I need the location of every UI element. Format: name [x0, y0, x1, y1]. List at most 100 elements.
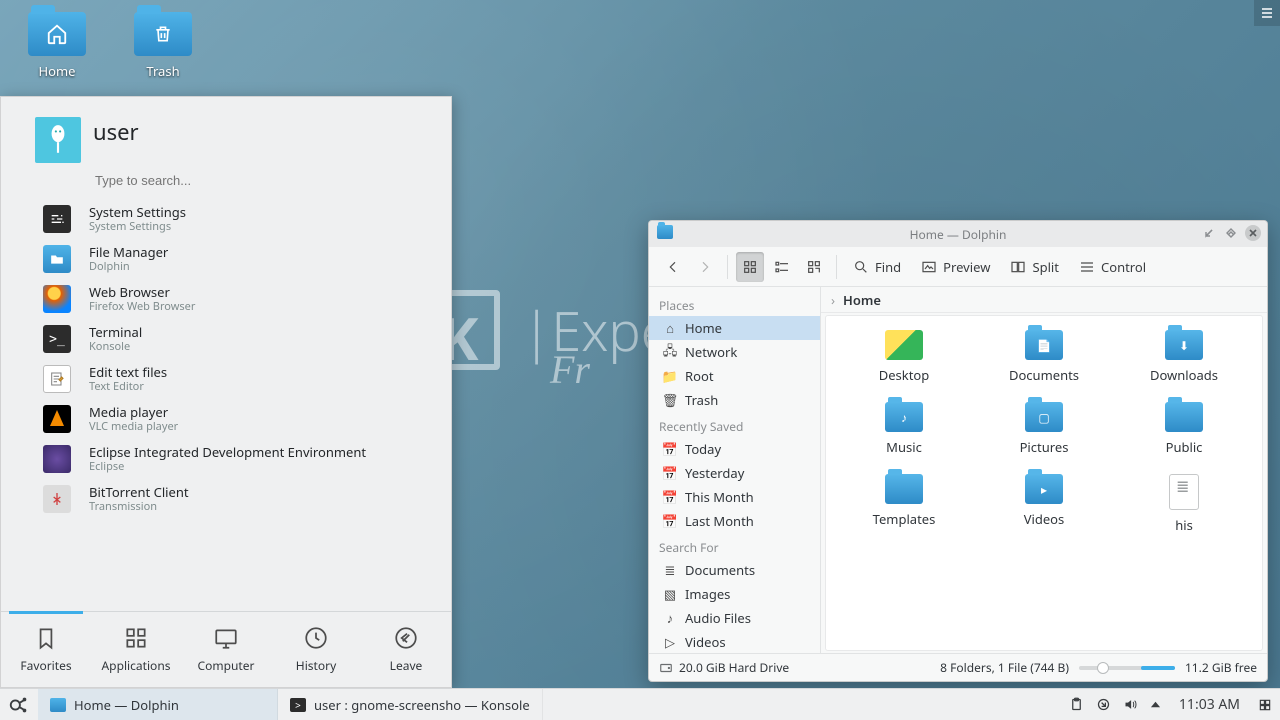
term-icon: >: [290, 698, 306, 712]
breadcrumb-segment[interactable]: Home: [843, 291, 881, 309]
launcher-app-item[interactable]: File ManagerDolphin: [1, 239, 451, 279]
window-minimize-button[interactable]: [1201, 225, 1217, 241]
file-label: Desktop: [879, 366, 930, 384]
file-item-templates[interactable]: Templates: [834, 474, 974, 534]
taskbar-task[interactable]: Home — Dolphin: [38, 689, 278, 720]
file-item-documents[interactable]: 📄Documents: [974, 330, 1114, 384]
launcher-tab-applications[interactable]: Applications: [91, 612, 181, 687]
file-item-desktop[interactable]: Desktop: [834, 330, 974, 384]
file-item-downloads[interactable]: ⬇Downloads: [1114, 330, 1254, 384]
places-item-last-month[interactable]: 📅 Last Month: [649, 509, 820, 533]
taskbar-task[interactable]: >user : gnome-screensho — Konsole: [278, 689, 543, 720]
file-item-videos[interactable]: ▸ Videos: [974, 474, 1114, 534]
bt-icon: [43, 485, 71, 513]
launcher-app-item[interactable]: Eclipse Integrated Development Environme…: [1, 439, 451, 479]
launcher-app-item[interactable]: Edit text filesText Editor: [1, 359, 451, 399]
file-icon-view[interactable]: Desktop 📄Documents⬇Downloads ♪Music▢Pictur…: [825, 315, 1263, 651]
tray-desktop-peek-icon[interactable]: [1258, 698, 1272, 712]
window-maximize-button[interactable]: [1223, 225, 1239, 241]
file-label: his: [1175, 516, 1193, 534]
cal-icon: 📅: [663, 442, 677, 456]
places-item-label: Last Month: [685, 512, 754, 530]
launcher-app-item[interactable]: Web BrowserFirefox Web Browser: [1, 279, 451, 319]
zoom-slider[interactable]: [1079, 666, 1175, 670]
folder-icon: [1165, 402, 1203, 432]
launcher-app-item[interactable]: BitTorrent ClientTransmission: [1, 479, 451, 519]
places-item-label: Network: [685, 343, 737, 361]
tab-label: Computer: [198, 657, 255, 674]
video-icon: ▷: [663, 635, 677, 649]
view-compact-button[interactable]: [768, 252, 796, 282]
places-item-label: Home: [685, 319, 722, 337]
file-item-music[interactable]: ♪Music: [834, 402, 974, 456]
cal-icon: 📅: [663, 490, 677, 504]
trash-icon: 🗑: [663, 393, 677, 407]
launcher-tab-history[interactable]: History: [271, 612, 361, 687]
app-subtitle: Text Editor: [89, 380, 167, 394]
places-section-header: Places: [649, 291, 820, 316]
places-item-trash[interactable]: 🗑 Trash: [649, 388, 820, 412]
taskbar-tasks: Home — Dolphin>user : gnome-screensho — …: [38, 689, 543, 720]
launcher-tab-computer[interactable]: Computer: [181, 612, 271, 687]
file-item-public[interactable]: Public: [1114, 402, 1254, 456]
vlc-icon: [43, 405, 71, 433]
app-title: Edit text files: [89, 364, 167, 380]
places-item-yesterday[interactable]: 📅Yesterday: [649, 461, 820, 485]
places-item-documents[interactable]: ≣Documents: [649, 558, 820, 582]
launcher-tab-favorites[interactable]: Favorites: [1, 612, 91, 687]
tray-volume-icon[interactable]: [1123, 697, 1138, 712]
preview-button[interactable]: Preview: [913, 252, 998, 282]
user-avatar[interactable]: [35, 117, 81, 163]
places-item-images[interactable]: ▧Images: [649, 582, 820, 606]
find-button[interactable]: Find: [845, 252, 909, 282]
file-item-pictures[interactable]: ▢Pictures: [974, 402, 1114, 456]
breadcrumb-bar[interactable]: › Home: [821, 287, 1267, 313]
tray-clipboard-icon[interactable]: [1069, 697, 1084, 712]
control-menu-button[interactable]: Control: [1071, 252, 1154, 282]
desktop-toolbox-button[interactable]: [1254, 0, 1280, 26]
window-titlebar[interactable]: Home — Dolphin: [649, 221, 1267, 247]
launcher-app-item[interactable]: >_TerminalKonsole: [1, 319, 451, 359]
taskbar-clock[interactable]: 11:03 AM: [1173, 695, 1246, 714]
desktop-icon-trash[interactable]: Trash: [124, 12, 202, 80]
app-subtitle: Eclipse: [89, 460, 366, 474]
audio-icon: ♪: [663, 611, 677, 625]
places-item-home[interactable]: ⌂Home: [649, 316, 820, 340]
folder-icon: ▸: [1025, 474, 1063, 504]
file-label: Downloads: [1150, 366, 1218, 384]
tab-label: Leave: [390, 657, 423, 674]
tray-device-icon[interactable]: [1096, 697, 1111, 712]
status-free-space: 11.2 GiB free: [1185, 659, 1257, 676]
places-item-today[interactable]: 📅Today: [649, 437, 820, 461]
file-label: Pictures: [1020, 438, 1069, 456]
places-item-this-month[interactable]: 📅This Month: [649, 485, 820, 509]
places-section-header: Recently Saved: [649, 412, 820, 437]
places-item-network[interactable]: 🖧Network: [649, 340, 820, 364]
launcher-app-item[interactable]: System SettingsSystem Settings: [1, 199, 451, 239]
launcher-tab-leave[interactable]: Leave: [361, 612, 451, 687]
system-tray: 11:03 AM: [1061, 689, 1280, 720]
places-item-label: Yesterday: [685, 464, 744, 482]
split-button[interactable]: Split: [1002, 252, 1067, 282]
desktop-icon-home[interactable]: Home: [18, 12, 96, 80]
places-item-audio-files[interactable]: ♪Audio Files: [649, 606, 820, 630]
view-icons-button[interactable]: [736, 252, 764, 282]
file-label: Videos: [1024, 510, 1065, 528]
window-close-button[interactable]: [1245, 225, 1261, 241]
nav-back-button[interactable]: [659, 252, 687, 282]
places-item-videos[interactable]: ▷Videos: [649, 630, 820, 653]
root-icon: 📁: [663, 369, 677, 383]
window-app-icon: [657, 225, 673, 239]
file-item-his[interactable]: his: [1114, 474, 1254, 534]
cal-icon: 📅: [663, 514, 677, 528]
kickoff-launcher-button[interactable]: [0, 689, 38, 720]
launcher-app-item[interactable]: Media playerVLC media player: [1, 399, 451, 439]
places-item-root[interactable]: 📁Root: [649, 364, 820, 388]
username-label: user: [93, 117, 139, 147]
status-disk-item[interactable]: 20.0 GiB Hard Drive: [659, 659, 789, 676]
places-item-label: Trash: [685, 391, 718, 409]
launcher-search-input[interactable]: [93, 172, 431, 189]
view-details-button[interactable]: [800, 252, 828, 282]
nav-forward-button[interactable]: [691, 252, 719, 282]
tray-expand-icon[interactable]: [1150, 699, 1161, 710]
